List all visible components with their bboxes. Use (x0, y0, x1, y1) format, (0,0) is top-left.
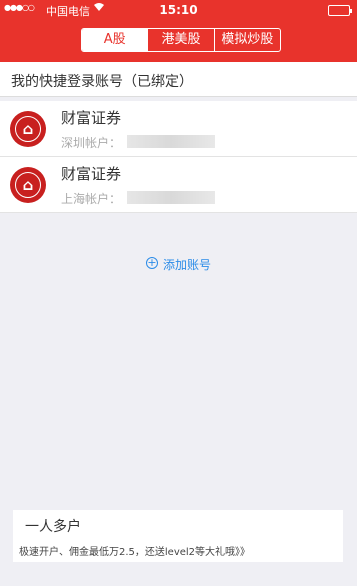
masked-account-number (127, 191, 215, 204)
section-title: 我的快捷登录账号（已绑定） (11, 74, 193, 90)
tab-simulated-trading[interactable]: 模拟炒股 (213, 29, 280, 51)
account-market-label: 深圳帐户： (61, 136, 122, 150)
account-market-label: 上海帐户： (61, 192, 122, 206)
clock: 15:10 (159, 3, 198, 17)
market-segmented-control: A股 港美股 模拟炒股 (81, 28, 281, 52)
plus-circle-icon: + (146, 256, 158, 269)
broker-logo-icon: ⌂ (10, 111, 46, 147)
tab-a-shares[interactable]: A股 (82, 29, 148, 51)
promo-banner[interactable]: 一人多户 极速开户、佣金最低万2.5，还送level2等大礼哦》》 (13, 510, 343, 562)
broker-name: 财富证券 (61, 165, 122, 183)
promo-title: 一人多户 (25, 519, 81, 535)
tab-hk-us-stocks[interactable]: 港美股 (147, 29, 213, 51)
promo-description: 极速开户、佣金最低万2.5，还送level2等大礼哦》》 (19, 547, 251, 558)
status-bar: ●●●○○ 中国电信 15:10 (0, 0, 357, 20)
account-row-shenzhen[interactable]: ⌂ 财富证券 深圳帐户： (0, 101, 357, 157)
masked-account-number (127, 135, 215, 148)
broker-logo-icon: ⌂ (10, 167, 46, 203)
account-row-shanghai[interactable]: ⌂ 财富证券 上海帐户： (0, 157, 357, 213)
app-header: ●●●○○ 中国电信 15:10 A股 港美股 模拟炒股 (0, 0, 357, 62)
battery-icon (328, 5, 352, 16)
add-account-label: 添加账号 (163, 258, 212, 272)
broker-name: 财富证券 (61, 109, 122, 127)
bound-accounts-header: 我的快捷登录账号（已绑定） (0, 62, 357, 97)
